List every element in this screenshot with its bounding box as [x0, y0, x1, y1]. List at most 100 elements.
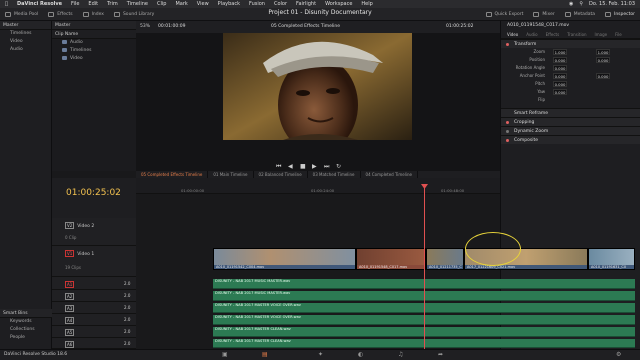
anchor-y-field[interactable]: 0.000 [596, 73, 610, 79]
viewer-zoom[interactable]: 53% [140, 24, 150, 29]
video-clip[interactable]: A010_01191631_C0 [588, 248, 635, 270]
menu-help[interactable]: Help [361, 1, 372, 7]
menu-trim[interactable]: Trim [107, 1, 118, 7]
menu-clip[interactable]: Clip [157, 1, 166, 7]
sound-library-button[interactable]: Sound Library [109, 8, 159, 21]
video-clip[interactable]: A010_01211735_C [426, 248, 464, 270]
pitch-field[interactable]: 0.000 [553, 81, 567, 87]
track-volume: 2.0 [124, 293, 131, 298]
transform-section[interactable]: Transform [501, 39, 640, 48]
track-header-v1[interactable]: V1 Video 1 19 Clips [52, 246, 136, 277]
cropping-section[interactable]: Cropping [501, 117, 640, 126]
bin-timelines[interactable]: Timelines [0, 30, 51, 38]
tab-effects[interactable]: Effects [546, 30, 560, 38]
enable-dot-icon[interactable] [506, 130, 509, 133]
track-header-a6[interactable]: A6 2.0 [52, 338, 136, 349]
zoom-x-field[interactable]: 1.000 [553, 49, 567, 55]
timeline-tab-05[interactable]: 05 Completed Effects Timeline [136, 171, 209, 178]
dynamic-zoom-section[interactable]: Dynamic Zoom [501, 126, 640, 135]
search-icon[interactable]: ⚲ [579, 1, 583, 7]
folder-timelines[interactable]: Timelines [52, 47, 136, 55]
smart-bin-keywords[interactable]: Keywords [0, 318, 52, 326]
timeline-ruler[interactable]: 01:00:00:00 01:00:24:00 01:00:48:00 [136, 178, 500, 194]
tab-image[interactable]: Image [595, 30, 608, 38]
enable-dot-icon[interactable] [506, 139, 509, 142]
timeline-tab-03[interactable]: 03 Matched Timeline [308, 171, 361, 178]
track-header-a3[interactable]: A3 2.0 [52, 302, 136, 314]
menu-clock[interactable]: Do. 15. Feb. 11:03 [589, 1, 635, 7]
menu-edit[interactable]: Edit [88, 1, 98, 7]
quick-export-button[interactable]: Quick Export [481, 8, 529, 21]
video-clip[interactable]: A010_01191548_C017.mov [356, 248, 426, 270]
wifi-icon[interactable]: ◉ [569, 1, 573, 7]
composite-section[interactable]: Composite [501, 135, 640, 144]
menu-mark[interactable]: Mark [175, 1, 187, 7]
tab-transition[interactable]: Transition [567, 30, 586, 38]
menu-workspace[interactable]: Workspace [325, 1, 352, 7]
mixer-button[interactable]: Mixer [528, 8, 559, 21]
fairlight-page-icon[interactable]: ♫ [398, 351, 403, 358]
smart-bin-people[interactable]: People [0, 334, 52, 342]
clip-name-column[interactable]: Clip Name [52, 30, 136, 39]
loop-icon[interactable]: ↻ [336, 163, 341, 170]
track-header-a5[interactable]: A5 2.0 [52, 326, 136, 338]
index-button[interactable]: Index [78, 8, 109, 21]
master-bin[interactable]: Master [0, 21, 51, 30]
track-header-a4[interactable]: A4 2.0 [52, 314, 136, 326]
stop-icon[interactable]: ■ [300, 163, 306, 170]
skip-forward-icon[interactable]: ⏭ [324, 163, 329, 171]
bin-audio[interactable]: Audio [0, 46, 51, 54]
position-x-field[interactable]: 0.000 [553, 57, 567, 63]
inspector-button[interactable]: Inspector [600, 8, 640, 21]
menu-view[interactable]: View [197, 1, 209, 7]
color-page-icon[interactable]: ◐ [358, 351, 363, 358]
playhead[interactable] [424, 184, 425, 349]
menu-fairlight[interactable]: Fairlight [296, 1, 316, 7]
fusion-page-icon[interactable]: ✦ [318, 351, 323, 358]
menu-color[interactable]: Color [274, 1, 287, 7]
tab-video[interactable]: Video [507, 30, 518, 38]
param-label: Yaw [537, 89, 545, 94]
folder-video[interactable]: Video [52, 55, 136, 63]
effects-button[interactable]: Effects [43, 8, 77, 21]
track-header-a1[interactable]: A1 2.0 [52, 278, 136, 290]
smart-bins-header[interactable]: Smart Bins [0, 309, 52, 318]
timeline-tab-02[interactable]: 02 Balanced Timeline [254, 171, 308, 178]
deliver-page-icon[interactable]: ➦ [438, 351, 443, 358]
menu-file[interactable]: File [71, 1, 79, 7]
timeline-tab-04[interactable]: 04 Completed Timeline [361, 171, 418, 178]
tab-audio[interactable]: Audio [526, 30, 537, 38]
menu-app-name[interactable]: DaVinci Resolve [17, 1, 62, 7]
edit-page-icon[interactable]: ▤ [262, 351, 268, 358]
video-clip[interactable]: A010_01191542_C004.mov [213, 248, 356, 270]
menu-fusion[interactable]: Fusion [249, 1, 265, 7]
reverse-icon[interactable]: ◀ [288, 163, 293, 170]
viewer-frame[interactable] [223, 33, 412, 140]
settings-gear-icon[interactable]: ⚙ [616, 351, 621, 358]
yaw-field[interactable]: 0.000 [553, 89, 567, 95]
track-header-v2[interactable]: V2 Video 2 0 Clip [52, 218, 136, 246]
apple-icon[interactable]:  [5, 1, 8, 7]
anchor-x-field[interactable]: 0.000 [553, 73, 567, 79]
enable-dot-icon[interactable] [506, 43, 509, 46]
zoom-y-field[interactable]: 1.000 [596, 49, 610, 55]
media-page-icon[interactable]: ▣ [222, 351, 228, 358]
bin-video[interactable]: Video [0, 38, 51, 46]
play-icon[interactable]: ▶ [312, 163, 317, 170]
inspector-file-name: A010_01191548_C017.mov [507, 23, 570, 28]
rotation-field[interactable]: 0.000 [553, 65, 567, 71]
smart-bin-collections[interactable]: Collections [0, 326, 52, 334]
track-header-a2[interactable]: A2 2.0 [52, 290, 136, 302]
tab-file[interactable]: File [615, 30, 622, 38]
skip-back-icon[interactable]: ⏮ [276, 163, 281, 171]
timeline-tab-01[interactable]: 01 Main Timeline [208, 171, 254, 178]
folder-audio[interactable]: Audio [52, 39, 136, 47]
media-pool-button[interactable]: Media Pool [0, 8, 43, 21]
metadata-button[interactable]: Metadata [560, 8, 600, 21]
enable-dot-icon[interactable] [506, 121, 509, 124]
smart-reframe-section[interactable]: Smart Reframe [501, 108, 640, 117]
menu-timeline[interactable]: Timeline [127, 1, 148, 7]
menu-playback[interactable]: Playback [218, 1, 240, 7]
position-y-field[interactable]: 0.000 [596, 57, 610, 63]
viewer-timeline-name[interactable]: 05 Completed Effects Timeline [271, 24, 340, 29]
